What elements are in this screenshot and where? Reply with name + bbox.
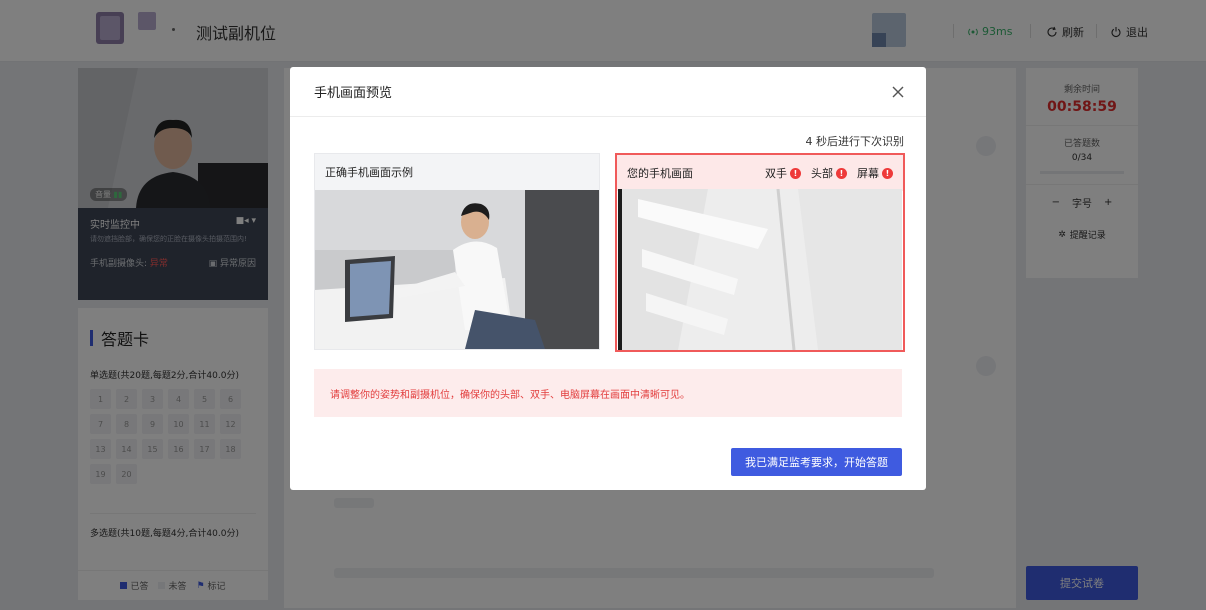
detection-status-label: 屏幕	[857, 167, 879, 180]
example-photo	[315, 190, 599, 349]
start-exam-button[interactable]: 我已满足监考要求，开始答题	[731, 448, 902, 476]
error-icon: !	[790, 167, 801, 179]
your-phone-panel-title: 您的手机画面	[627, 167, 693, 180]
detection-status-item: 头部!	[811, 165, 847, 181]
modal-title: 手机画面预览	[314, 86, 393, 101]
posture-alert: 请调整你的姿势和副摄机位，确保你的头部、双手、电脑屏幕在画面中清晰可见。	[314, 369, 902, 417]
your-phone-panel-header: 您的手机画面 双手! 头部! 屏幕!	[617, 155, 903, 191]
recognition-countdown: 4 秒后进行下次识别	[805, 135, 905, 148]
your-phone-panel: 您的手机画面 双手! 头部! 屏幕!	[615, 153, 905, 352]
close-icon[interactable]	[890, 84, 906, 100]
example-panel: 正确手机画面示例	[314, 153, 600, 350]
modal-header: 手机画面预览	[290, 67, 926, 117]
phone-camera-feed	[618, 189, 902, 350]
phone-preview-modal: 手机画面预览 4 秒后进行下次识别 正确手机画面示例 您的手机画面 双手! 头部!…	[290, 67, 926, 490]
detection-status-label: 头部	[811, 167, 833, 180]
detection-status-item: 双手!	[765, 165, 801, 181]
error-icon: !	[882, 167, 893, 179]
detection-status-item: 屏幕!	[857, 165, 893, 181]
detection-status-label: 双手	[765, 167, 787, 180]
error-icon: !	[836, 167, 847, 179]
example-panel-title: 正确手机画面示例	[325, 166, 413, 179]
detection-status-group: 双手! 头部! 屏幕!	[765, 165, 893, 181]
